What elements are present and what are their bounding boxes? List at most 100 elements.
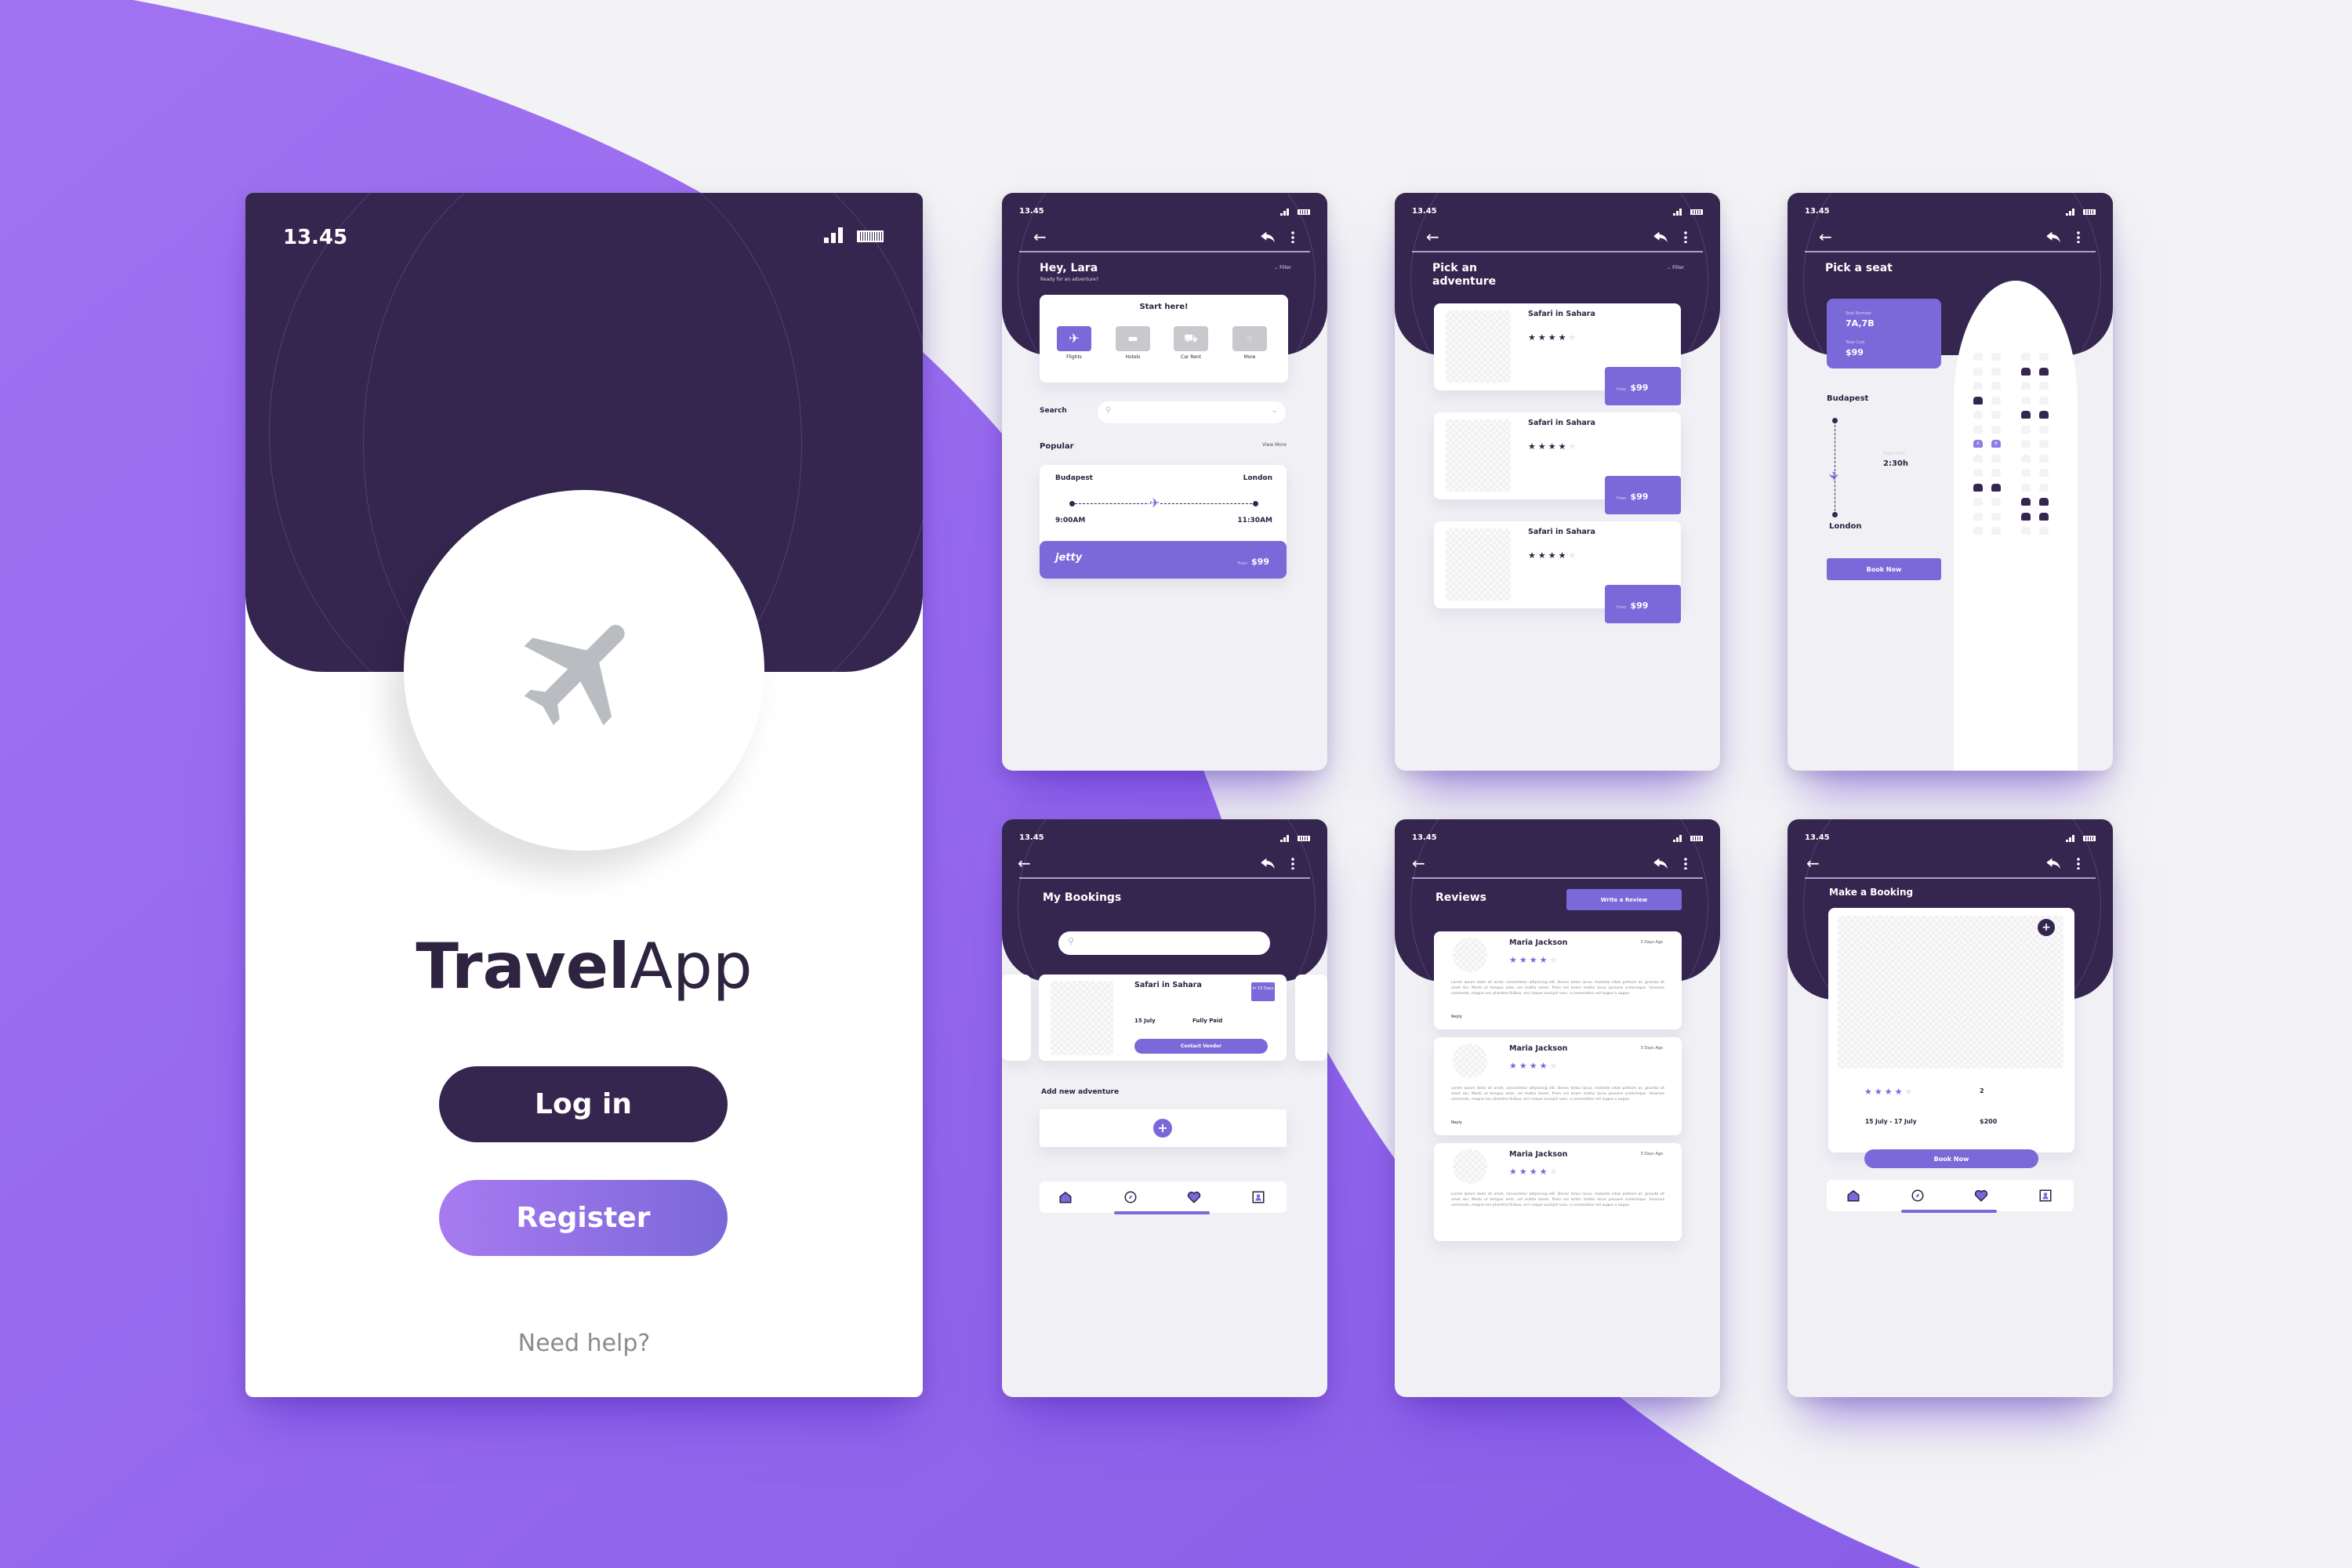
seat-available[interactable]: [2039, 396, 2049, 405]
booking-card[interactable]: Safari in Sahara In 15 Days 15 July Full…: [1039, 975, 1287, 1061]
star-icon: ★: [1539, 1061, 1550, 1071]
seat-taken: [2021, 498, 2031, 506]
back-arrow-icon[interactable]: ←: [1426, 227, 1439, 246]
seat-available[interactable]: [2039, 425, 2049, 434]
seat-available[interactable]: [2021, 440, 2031, 448]
seat-available[interactable]: [2021, 396, 2031, 405]
reply-icon[interactable]: [1653, 230, 1668, 243]
seat-available[interactable]: [2021, 454, 2031, 463]
reply-icon[interactable]: [1260, 230, 1276, 243]
booking-name: Safari in Sahara: [1134, 981, 1202, 989]
reply-icon[interactable]: [1653, 857, 1668, 869]
compass-icon[interactable]: [1911, 1189, 1925, 1203]
category-car-rent[interactable]: ⛟ Car Rent: [1174, 326, 1208, 360]
seat-available[interactable]: [1991, 469, 2001, 477]
seat-available[interactable]: [2021, 527, 2031, 535]
seat-available[interactable]: [2021, 353, 2031, 361]
contact-vendor-button[interactable]: Contact Vendor: [1134, 1039, 1268, 1054]
book-now-button[interactable]: Book Now: [1864, 1149, 2038, 1168]
reply-icon[interactable]: [1260, 857, 1276, 869]
seat-available[interactable]: [1973, 454, 1983, 463]
back-arrow-icon[interactable]: ←: [1018, 854, 1031, 873]
more-menu-icon[interactable]: [1291, 857, 1294, 869]
seat-available[interactable]: [2021, 483, 2031, 492]
seat-available[interactable]: [2039, 353, 2049, 361]
category-flights[interactable]: ✈ Flights: [1057, 326, 1091, 360]
add-adventure-button[interactable]: +: [1040, 1109, 1287, 1147]
register-button[interactable]: Register: [439, 1180, 728, 1256]
filter-dropdown[interactable]: ⌄ Filter: [1667, 265, 1684, 270]
filter-dropdown[interactable]: ⌄ Filter: [1274, 265, 1291, 270]
reply-icon[interactable]: [2045, 230, 2061, 243]
heart-icon[interactable]: [1974, 1189, 1988, 1203]
view-more-link[interactable]: View More: [1262, 442, 1287, 448]
seat-available[interactable]: [1991, 527, 2001, 535]
booking-bar[interactable]: jetty From $99: [1040, 541, 1287, 579]
seat-available[interactable]: [2021, 469, 2031, 477]
seat-available[interactable]: [2039, 382, 2049, 390]
price-button[interactable]: From $99: [1605, 585, 1681, 623]
reply-link[interactable]: Reply: [1451, 1014, 1462, 1019]
seat-available[interactable]: [1991, 382, 2001, 390]
seat-selected[interactable]: B: [1991, 440, 2001, 448]
seat-selected[interactable]: A: [1973, 440, 1983, 448]
seat-available[interactable]: [1991, 454, 2001, 463]
battery-icon: [2083, 209, 2096, 215]
seat-available[interactable]: [1973, 353, 1983, 361]
seat-available[interactable]: [2039, 469, 2049, 477]
seat-available[interactable]: [2039, 527, 2049, 535]
write-review-button[interactable]: Write a Review: [1566, 889, 1682, 910]
adventures-screen: 13.45 ← Pick an adventure ⌄ Filter Safari…: [1395, 193, 1720, 771]
seat-available[interactable]: [1991, 498, 2001, 506]
more-menu-icon[interactable]: [2077, 857, 2080, 869]
seat-available[interactable]: [1991, 396, 2001, 405]
seat-available[interactable]: [2021, 382, 2031, 390]
seat-available[interactable]: [1991, 411, 2001, 419]
compass-icon[interactable]: [1123, 1190, 1138, 1204]
seat-available[interactable]: [2039, 440, 2049, 448]
back-arrow-icon[interactable]: ←: [1033, 227, 1047, 246]
review-card: Maria Jackson 3 Days Ago ★★★★★ Lorem ips…: [1434, 931, 1682, 1029]
seat-available[interactable]: [1991, 367, 2001, 376]
more-menu-icon[interactable]: [1684, 230, 1687, 243]
book-now-button[interactable]: Book Now: [1827, 558, 1941, 580]
category-hotels[interactable]: ▬ Hotels: [1116, 326, 1150, 360]
category-more[interactable]: ⁘ More: [1232, 326, 1267, 360]
profile-icon[interactable]: [1251, 1190, 1265, 1204]
reply-link[interactable]: Reply: [1451, 1120, 1462, 1125]
profile-icon[interactable]: [2038, 1189, 2053, 1203]
seat-available[interactable]: [1973, 527, 1983, 535]
back-arrow-icon[interactable]: ←: [1412, 854, 1425, 873]
home-icon[interactable]: [1058, 1190, 1073, 1204]
seat-available[interactable]: [1973, 498, 1983, 506]
back-arrow-icon[interactable]: ←: [1806, 854, 1820, 873]
seat-available[interactable]: [2039, 454, 2049, 463]
seat-available[interactable]: [1973, 425, 1983, 434]
seat-available[interactable]: [1973, 469, 1983, 477]
seat-available[interactable]: [1991, 353, 2001, 361]
more-menu-icon[interactable]: [2077, 230, 2080, 243]
flight-card[interactable]: Budapest London ✈ 9:00AM 11:30AM jetty F…: [1040, 465, 1287, 579]
seat-available[interactable]: [1973, 411, 1983, 419]
plus-circle-icon[interactable]: +: [2038, 919, 2055, 936]
price-button[interactable]: From $99: [1605, 476, 1681, 514]
reply-icon[interactable]: [2045, 857, 2061, 869]
seat-available[interactable]: [1991, 512, 2001, 521]
search-input[interactable]: ⚲ ⌄: [1098, 401, 1286, 423]
home-icon[interactable]: [1846, 1189, 1860, 1203]
back-arrow-icon[interactable]: ←: [1819, 227, 1832, 246]
image-placeholder: [1838, 916, 2063, 1069]
heart-icon[interactable]: [1187, 1190, 1201, 1204]
seat-available[interactable]: [1991, 425, 2001, 434]
seat-available[interactable]: [2039, 483, 2049, 492]
login-button[interactable]: Log in: [439, 1066, 728, 1142]
seat-available[interactable]: [1973, 512, 1983, 521]
help-link[interactable]: Need help?: [245, 1330, 923, 1357]
seat-available[interactable]: [1973, 382, 1983, 390]
price-button[interactable]: From $99: [1605, 367, 1681, 405]
search-input[interactable]: ⚲: [1058, 931, 1270, 955]
more-menu-icon[interactable]: [1684, 857, 1687, 869]
seat-available[interactable]: [2021, 425, 2031, 434]
more-menu-icon[interactable]: [1291, 230, 1294, 243]
seat-available[interactable]: [1973, 367, 1983, 376]
